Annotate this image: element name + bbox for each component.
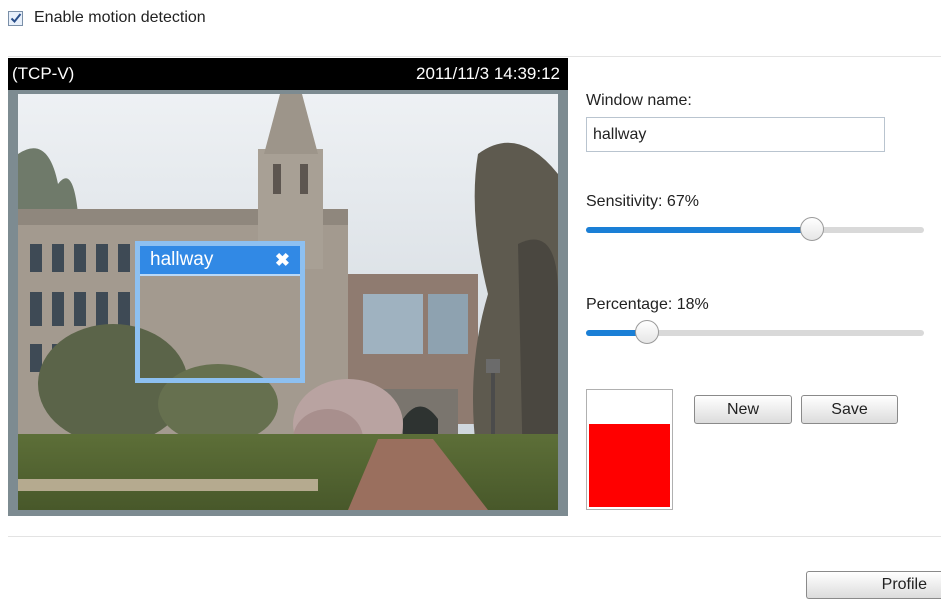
motion-activity-meter: [586, 389, 673, 510]
checkmark-icon: [10, 13, 21, 23]
new-button[interactable]: New: [694, 395, 792, 424]
profile-button[interactable]: Profile: [806, 571, 941, 599]
slider-thumb[interactable]: [800, 217, 824, 241]
detection-window[interactable]: hallway ✖: [135, 241, 305, 383]
slider-thumb[interactable]: [635, 320, 659, 344]
detection-window-titlebar[interactable]: hallway ✖: [140, 246, 300, 276]
sensitivity-slider[interactable]: [586, 217, 924, 243]
detection-window-name: hallway: [150, 249, 214, 270]
enable-motion-checkbox[interactable]: [8, 10, 23, 26]
enable-motion-row[interactable]: Enable motion detection: [8, 6, 206, 30]
percentage-slider[interactable]: [586, 320, 924, 346]
video-caption-bar: (TCP-V) 2011/11/3 14:39:12: [8, 58, 568, 90]
sensitivity-label: Sensitivity: 67%: [586, 193, 699, 210]
percentage-label: Percentage: 18%: [586, 296, 709, 313]
video-timestamp: 2011/11/3 14:39:12: [415, 64, 560, 83]
stream-label: (TCP-V): [12, 64, 75, 83]
close-x-icon[interactable]: ✖: [275, 250, 290, 271]
enable-motion-label: Enable motion detection: [34, 9, 206, 26]
video-view[interactable]: (TCP-V) 2011/11/3 14:39:12 hallway ✖: [8, 58, 568, 516]
activity-level-bar: [589, 424, 670, 507]
window-name-label: Window name:: [586, 92, 692, 109]
save-button[interactable]: Save: [801, 395, 898, 424]
slider-fill: [586, 227, 812, 233]
window-name-input[interactable]: [586, 117, 885, 152]
